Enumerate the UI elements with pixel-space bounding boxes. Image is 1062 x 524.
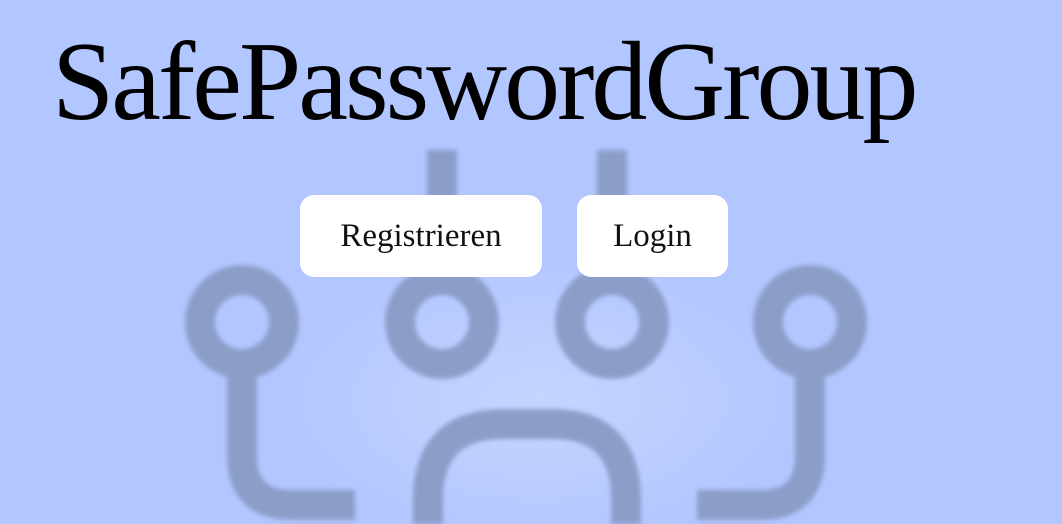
register-button[interactable]: Registrieren	[300, 195, 542, 277]
page-title: SafePasswordGroup	[52, 20, 919, 144]
login-button[interactable]: Login	[577, 195, 728, 277]
